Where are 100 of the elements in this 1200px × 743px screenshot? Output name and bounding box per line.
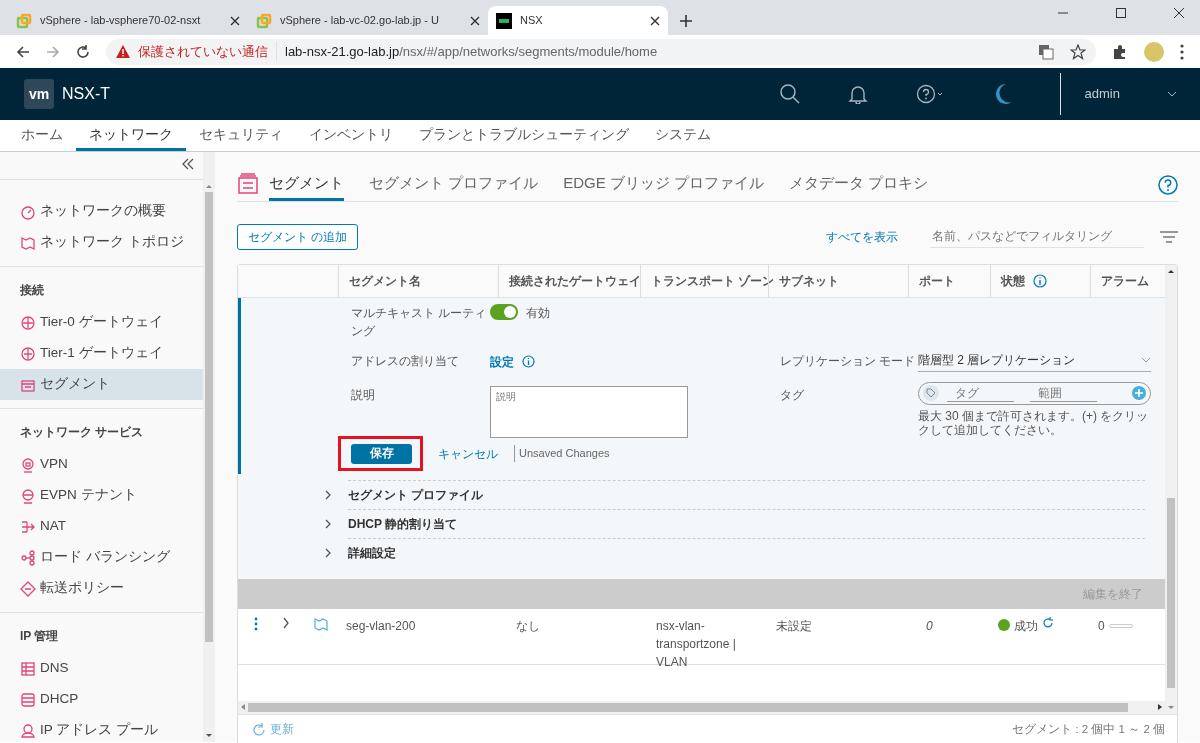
- close-icon[interactable]: [650, 15, 660, 26]
- close-icon[interactable]: [1174, 8, 1184, 18]
- toggle-switch[interactable]: [490, 303, 518, 320]
- filter-icon[interactable]: [1160, 230, 1178, 243]
- scrollbar-thumb[interactable]: [248, 702, 1128, 712]
- nav-tab[interactable]: ネットワーク: [76, 119, 186, 151]
- reload-icon[interactable]: [76, 44, 90, 59]
- sidebar-item[interactable]: 転送ポリシー: [0, 573, 203, 604]
- squares-icon: [256, 12, 272, 29]
- sidebar-item[interactable]: ロード バランシング: [0, 542, 203, 573]
- section-title[interactable]: 詳細設定: [348, 543, 396, 562]
- puzzle-icon[interactable]: [1112, 43, 1128, 60]
- column-header: 状態: [1001, 272, 1025, 290]
- search-icon[interactable]: [779, 84, 800, 104]
- section-heading: IP 管理: [19, 628, 60, 645]
- nav-tab[interactable]: システム: [642, 119, 724, 151]
- diamond-icon: [20, 580, 36, 597]
- tag-field[interactable]: タグ 範囲: [918, 381, 1151, 405]
- column-header: ポート: [919, 272, 955, 290]
- chevron-right-icon: [324, 519, 332, 530]
- sidebar-item[interactable]: IP アドレス プール: [0, 715, 203, 743]
- server-icon: [20, 691, 36, 708]
- table-cell-text: nsx-vlan-transportzone | VLAN: [655, 617, 737, 671]
- replication-select[interactable]: 階層型 2 層レプリケーション: [918, 349, 1151, 372]
- share-icon: [20, 549, 36, 566]
- nav-tab[interactable]: ホーム: [8, 119, 76, 151]
- cancel-link[interactable]: キャンセル: [438, 444, 498, 463]
- nav-tab[interactable]: セキュリティ: [186, 119, 296, 151]
- warning-icon: [116, 45, 130, 58]
- section-title[interactable]: セグメント プロファイル: [348, 485, 484, 504]
- info-icon[interactable]: [522, 355, 535, 368]
- security-warning[interactable]: 保護されていない通信: [138, 41, 268, 62]
- info-icon[interactable]: [1033, 273, 1047, 288]
- router-icon: [20, 314, 36, 331]
- close-icon[interactable]: [230, 15, 240, 26]
- more-icon[interactable]: [254, 616, 258, 631]
- more-icon[interactable]: [1180, 43, 1184, 60]
- close-icon[interactable]: [470, 15, 480, 26]
- nat-icon: [20, 518, 36, 535]
- chevron-right-icon[interactable]: [282, 616, 290, 629]
- filter-field[interactable]: 名前、パスなどでフィルタリング: [930, 225, 1144, 248]
- sidebar-item[interactable]: NAT: [0, 511, 203, 542]
- settings-link[interactable]: 設定: [490, 352, 514, 371]
- tab-title: vSphere - lab-vc-02.go-lab.jp - U: [280, 13, 440, 29]
- tag-icon: [923, 385, 939, 401]
- sub-tab[interactable]: メタデータ プロキシ: [789, 172, 929, 201]
- table-cell: seg-vlan-200: [346, 618, 416, 633]
- router-icon: [20, 345, 36, 362]
- sidebar-item[interactable]: DNS: [0, 653, 203, 684]
- sidebar-item[interactable]: EVPN テナント: [0, 480, 203, 511]
- field-label: 説明: [351, 386, 376, 404]
- section-heading: 接続: [19, 282, 45, 299]
- map-icon: [20, 234, 36, 251]
- back-icon[interactable]: [16, 44, 30, 59]
- add-segment-button[interactable]: セグメント の追加: [237, 223, 359, 250]
- show-all-link[interactable]: すべてを表示: [826, 227, 898, 246]
- help-icon[interactable]: [1158, 174, 1178, 195]
- section-title[interactable]: DHCP 静的割り当て: [348, 514, 458, 533]
- browser-tab[interactable]: vSphere - lab-vsphere70-02-nsxt: [8, 6, 248, 35]
- unsaved-status: Unsaved Changes: [514, 445, 610, 462]
- logo: vm: [24, 79, 54, 109]
- segment-icon: [237, 172, 259, 195]
- browser-tab[interactable]: NSX: [488, 6, 668, 35]
- refresh-icon: [252, 723, 266, 737]
- url-text[interactable]: lab-nsx-21.go-lab.jp/nsx/#/app/networks/segments/module/home: [276, 41, 658, 62]
- sidebar-item[interactable]: DHCP: [0, 684, 203, 715]
- star-icon[interactable]: [1070, 43, 1086, 60]
- chevron-down-icon: [1141, 357, 1151, 363]
- sub-tab[interactable]: セグメント: [269, 172, 344, 201]
- caret-icon[interactable]: [1168, 91, 1176, 97]
- table-cell-text: 0: [1098, 617, 1105, 635]
- field-label: タグ: [780, 386, 805, 404]
- nav-tab[interactable]: プランとトラブルシューティング: [406, 119, 642, 151]
- maximize-icon[interactable]: [1116, 8, 1126, 18]
- scrollbar-thumb[interactable]: [205, 192, 213, 642]
- sidebar-item[interactable]: ネットワークの概要: [0, 196, 203, 227]
- new-tab-icon[interactable]: [680, 15, 692, 27]
- scrollbar-thumb[interactable]: [1167, 497, 1175, 688]
- browser-tab[interactable]: vSphere - lab-vc-02.go-lab.jp - U: [248, 6, 488, 35]
- translate-icon[interactable]: [1038, 43, 1054, 60]
- sidebar-item[interactable]: ネットワーク トポロジ: [0, 227, 203, 258]
- table-cell-text: 0: [925, 618, 933, 633]
- field-label: マルチキャスト ルーティング: [351, 304, 488, 340]
- help-icon[interactable]: [915, 84, 944, 104]
- nav-tab[interactable]: インベントリ: [296, 119, 406, 151]
- table-cell: 未設定: [776, 618, 812, 633]
- save-button[interactable]: 保存: [351, 443, 412, 464]
- user-name[interactable]: admin: [1084, 84, 1120, 104]
- sidebar-item[interactable]: VPN: [0, 449, 203, 480]
- collapse-icon[interactable]: [181, 158, 195, 170]
- sub-tab[interactable]: EDGE ブリッジ プロファイル: [563, 172, 765, 201]
- sidebar-item[interactable]: Tier-0 ゲートウェイ: [0, 307, 203, 338]
- bell-icon[interactable]: [847, 84, 868, 104]
- refresh-icon[interactable]: [1042, 616, 1054, 629]
- description-field[interactable]: 説明: [490, 385, 688, 438]
- sidebar-item[interactable]: Tier-1 ゲートウェイ: [0, 338, 203, 369]
- sidebar-item[interactable]: セグメント: [0, 369, 203, 400]
- scope-input[interactable]: 範囲: [1030, 384, 1097, 402]
- sub-tab[interactable]: セグメント プロファイル: [369, 172, 539, 201]
- tag-input[interactable]: タグ: [947, 384, 1014, 402]
